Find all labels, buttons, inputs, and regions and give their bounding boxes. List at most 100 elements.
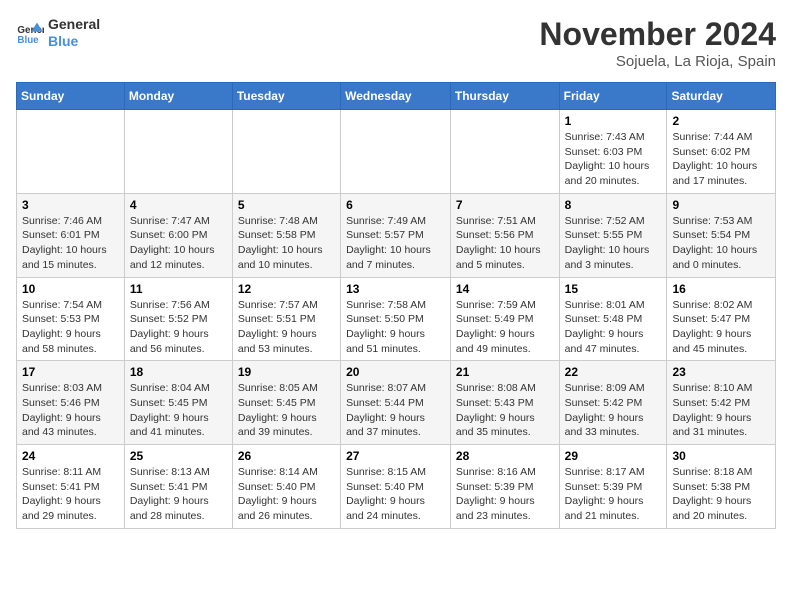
- day-number: 25: [130, 449, 227, 463]
- calendar-cell: 22 Sunrise: 8:09 AM Sunset: 5:42 PM Dayli…: [559, 361, 667, 445]
- day-info: Sunrise: 8:18 AM Sunset: 5:38 PM Dayligh…: [672, 465, 770, 524]
- weekday-header-monday: Monday: [124, 83, 232, 110]
- calendar-table: SundayMondayTuesdayWednesdayThursdayFrid…: [16, 82, 776, 529]
- calendar-cell: 5Sunrise: 7:48 AM Sunset: 5:58 PM Daylig…: [232, 193, 340, 277]
- day-info: Sunrise: 8:04 AM Sunset: 5:45 PM Dayligh…: [130, 381, 227, 440]
- page-header: General Blue General Blue November 2024 …: [16, 16, 776, 70]
- day-info: Sunrise: 8:16 AM Sunset: 5:39 PM Dayligh…: [456, 465, 554, 524]
- day-number: 14: [456, 282, 554, 296]
- day-number: 15: [565, 282, 662, 296]
- day-number: 7: [456, 198, 554, 212]
- day-number: 6: [346, 198, 445, 212]
- calendar-cell: 10 Sunrise: 7:54 AM Sunset: 5:53 PM Dayli…: [17, 277, 125, 361]
- day-info: Sunrise: 8:03 AM Sunset: 5:46 PM Dayligh…: [22, 381, 119, 440]
- day-info: Sunrise: 7:43 AM Sunset: 6:03 PM Dayligh…: [565, 130, 662, 189]
- calendar-cell: [232, 110, 340, 194]
- calendar-cell: 20Sunrise: 8:07 AM Sunset: 5:44 PM Dayli…: [341, 361, 451, 445]
- day-info: Sunrise: 8:09 AM Sunset: 5:42 PM Dayligh…: [565, 381, 662, 440]
- calendar-cell: 25 Sunrise: 8:13 AM Sunset: 5:41 PM Dayli…: [124, 445, 232, 529]
- calendar-cell: 16Sunrise: 8:02 AM Sunset: 5:47 PM Dayli…: [667, 277, 776, 361]
- day-info: Sunrise: 7:58 AM Sunset: 5:50 PM Dayligh…: [346, 298, 445, 357]
- day-number: 30: [672, 449, 770, 463]
- day-info: Sunrise: 7:46 AM Sunset: 6:01 PM Dayligh…: [22, 214, 119, 273]
- day-info: Sunrise: 8:05 AM Sunset: 5:45 PM Dayligh…: [238, 381, 335, 440]
- day-number: 18: [130, 365, 227, 379]
- day-number: 17: [22, 365, 119, 379]
- weekday-header-tuesday: Tuesday: [232, 83, 340, 110]
- calendar-cell: [341, 110, 451, 194]
- day-number: 21: [456, 365, 554, 379]
- calendar-cell: 14Sunrise: 7:59 AM Sunset: 5:49 PM Dayli…: [450, 277, 559, 361]
- calendar-cell: 13Sunrise: 7:58 AM Sunset: 5:50 PM Dayli…: [341, 277, 451, 361]
- day-number: 2: [672, 114, 770, 128]
- weekday-header-sunday: Sunday: [17, 83, 125, 110]
- calendar-cell: 15 Sunrise: 8:01 AM Sunset: 5:48 PM Dayli…: [559, 277, 667, 361]
- calendar-cell: 2Sunrise: 7:44 AM Sunset: 6:02 PM Daylig…: [667, 110, 776, 194]
- week-row-3: 10 Sunrise: 7:54 AM Sunset: 5:53 PM Dayli…: [17, 277, 776, 361]
- day-info: Sunrise: 8:08 AM Sunset: 5:43 PM Dayligh…: [456, 381, 554, 440]
- calendar-cell: 1 Sunrise: 7:43 AM Sunset: 6:03 PM Daylig…: [559, 110, 667, 194]
- calendar-cell: 18 Sunrise: 8:04 AM Sunset: 5:45 PM Dayli…: [124, 361, 232, 445]
- day-number: 23: [672, 365, 770, 379]
- calendar-cell: 6 Sunrise: 7:49 AM Sunset: 5:57 PM Daylig…: [341, 193, 451, 277]
- weekday-header-thursday: Thursday: [450, 83, 559, 110]
- day-number: 10: [22, 282, 119, 296]
- day-info: Sunrise: 8:07 AM Sunset: 5:44 PM Dayligh…: [346, 381, 445, 440]
- day-info: Sunrise: 7:54 AM Sunset: 5:53 PM Dayligh…: [22, 298, 119, 357]
- day-info: Sunrise: 8:14 AM Sunset: 5:40 PM Dayligh…: [238, 465, 335, 524]
- day-info: Sunrise: 7:53 AM Sunset: 5:54 PM Dayligh…: [672, 214, 770, 273]
- title-block: November 2024 Sojuela, La Rioja, Spain: [539, 16, 776, 70]
- day-number: 4: [130, 198, 227, 212]
- day-number: 16: [672, 282, 770, 296]
- day-info: Sunrise: 7:56 AM Sunset: 5:52 PM Dayligh…: [130, 298, 227, 357]
- calendar-cell: [17, 110, 125, 194]
- day-info: Sunrise: 7:49 AM Sunset: 5:57 PM Dayligh…: [346, 214, 445, 273]
- day-info: Sunrise: 8:01 AM Sunset: 5:48 PM Dayligh…: [565, 298, 662, 357]
- day-number: 19: [238, 365, 335, 379]
- weekday-header-friday: Friday: [559, 83, 667, 110]
- day-number: 1: [565, 114, 662, 128]
- calendar-cell: 19 Sunrise: 8:05 AM Sunset: 5:45 PM Dayli…: [232, 361, 340, 445]
- day-number: 22: [565, 365, 662, 379]
- day-info: Sunrise: 7:51 AM Sunset: 5:56 PM Dayligh…: [456, 214, 554, 273]
- day-number: 8: [565, 198, 662, 212]
- day-info: Sunrise: 7:52 AM Sunset: 5:55 PM Dayligh…: [565, 214, 662, 273]
- calendar-cell: 24Sunrise: 8:11 AM Sunset: 5:41 PM Dayli…: [17, 445, 125, 529]
- calendar-cell: [124, 110, 232, 194]
- calendar-cell: 12 Sunrise: 7:57 AM Sunset: 5:51 PM Dayli…: [232, 277, 340, 361]
- svg-text:Blue: Blue: [17, 35, 39, 46]
- calendar-cell: 26 Sunrise: 8:14 AM Sunset: 5:40 PM Dayli…: [232, 445, 340, 529]
- day-info: Sunrise: 7:47 AM Sunset: 6:00 PM Dayligh…: [130, 214, 227, 273]
- logo-blue: Blue: [48, 33, 100, 50]
- day-info: Sunrise: 8:13 AM Sunset: 5:41 PM Dayligh…: [130, 465, 227, 524]
- day-info: Sunrise: 7:57 AM Sunset: 5:51 PM Dayligh…: [238, 298, 335, 357]
- calendar-cell: 21 Sunrise: 8:08 AM Sunset: 5:43 PM Dayli…: [450, 361, 559, 445]
- calendar-body: 1 Sunrise: 7:43 AM Sunset: 6:03 PM Daylig…: [17, 110, 776, 529]
- weekday-header-row: SundayMondayTuesdayWednesdayThursdayFrid…: [17, 83, 776, 110]
- day-number: 11: [130, 282, 227, 296]
- day-number: 29: [565, 449, 662, 463]
- day-number: 27: [346, 449, 445, 463]
- calendar-cell: 11 Sunrise: 7:56 AM Sunset: 5:52 PM Dayli…: [124, 277, 232, 361]
- day-info: Sunrise: 8:15 AM Sunset: 5:40 PM Dayligh…: [346, 465, 445, 524]
- day-number: 26: [238, 449, 335, 463]
- calendar-cell: 27 Sunrise: 8:15 AM Sunset: 5:40 PM Dayli…: [341, 445, 451, 529]
- day-info: Sunrise: 8:10 AM Sunset: 5:42 PM Dayligh…: [672, 381, 770, 440]
- calendar-cell: 28 Sunrise: 8:16 AM Sunset: 5:39 PM Dayli…: [450, 445, 559, 529]
- calendar-cell: 8 Sunrise: 7:52 AM Sunset: 5:55 PM Daylig…: [559, 193, 667, 277]
- month-title: November 2024: [539, 16, 776, 53]
- day-number: 24: [22, 449, 119, 463]
- day-info: Sunrise: 8:17 AM Sunset: 5:39 PM Dayligh…: [565, 465, 662, 524]
- week-row-5: 24Sunrise: 8:11 AM Sunset: 5:41 PM Dayli…: [17, 445, 776, 529]
- day-number: 12: [238, 282, 335, 296]
- calendar-cell: 7 Sunrise: 7:51 AM Sunset: 5:56 PM Daylig…: [450, 193, 559, 277]
- day-number: 9: [672, 198, 770, 212]
- week-row-2: 3Sunrise: 7:46 AM Sunset: 6:01 PM Daylig…: [17, 193, 776, 277]
- day-number: 5: [238, 198, 335, 212]
- calendar-cell: 30 Sunrise: 8:18 AM Sunset: 5:38 PM Dayli…: [667, 445, 776, 529]
- weekday-header-saturday: Saturday: [667, 83, 776, 110]
- day-number: 28: [456, 449, 554, 463]
- calendar-cell: 23 Sunrise: 8:10 AM Sunset: 5:42 PM Dayli…: [667, 361, 776, 445]
- week-row-4: 17 Sunrise: 8:03 AM Sunset: 5:46 PM Dayli…: [17, 361, 776, 445]
- calendar-cell: 29 Sunrise: 8:17 AM Sunset: 5:39 PM Dayli…: [559, 445, 667, 529]
